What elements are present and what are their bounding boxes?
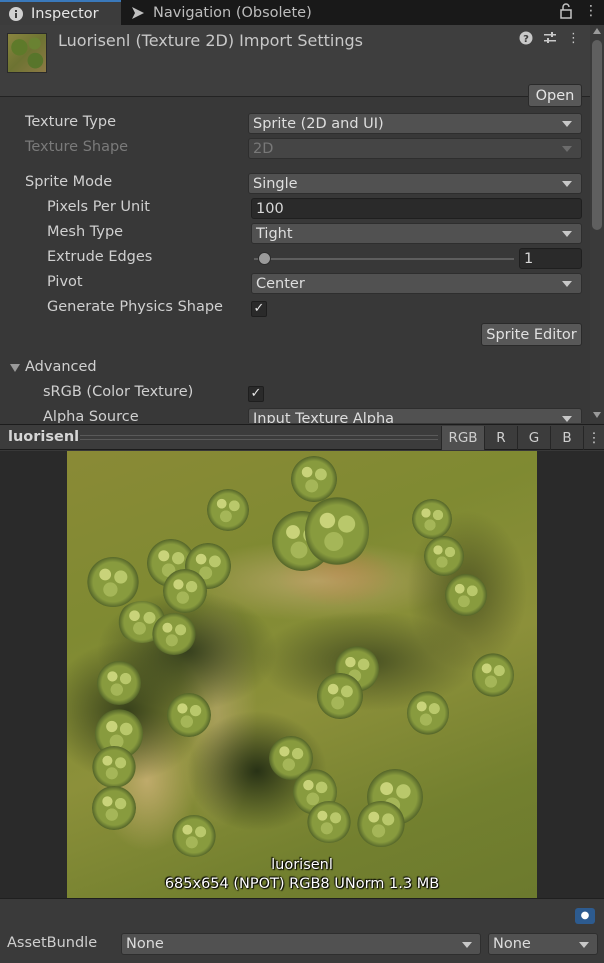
pivot-dropdown[interactable]: Center: [251, 273, 582, 294]
tree-cluster: [357, 801, 405, 847]
mesh-type-value: Tight: [256, 225, 293, 242]
sprite-mode-dropdown[interactable]: Single: [248, 173, 582, 194]
tree-cluster: [172, 815, 216, 857]
pixels-per-unit-label: Pixels Per Unit: [47, 199, 150, 215]
assetbundle-label: AssetBundle: [7, 935, 98, 951]
lock-icon[interactable]: [560, 3, 572, 19]
tab-navigation-label: Navigation (Obsolete): [153, 4, 312, 21]
extrude-edges-field[interactable]: 1: [519, 248, 582, 269]
tree-cluster: [407, 691, 449, 735]
assetbundle-value: None: [126, 936, 164, 952]
foldout-arrow-icon[interactable]: [10, 364, 20, 372]
tree-cluster: [152, 613, 196, 655]
texture-type-dropdown[interactable]: Sprite (2D and UI): [248, 113, 582, 134]
texture-shape-value: 2D: [253, 140, 274, 157]
tree-cluster: [207, 489, 249, 531]
preview-caption-info: 685x654 (NPOT) RGB8 UNorm 1.3 MB: [164, 876, 440, 892]
alpha-source-label: Alpha Source: [43, 409, 139, 423]
texture-type-value: Sprite (2D and UI): [253, 115, 384, 132]
extrude-edges-label: Extrude Edges: [47, 249, 153, 265]
pixels-per-unit-field[interactable]: 100: [251, 198, 582, 219]
pivot-value: Center: [256, 275, 305, 292]
mesh-type-label: Mesh Type: [47, 224, 124, 240]
tree-cluster: [305, 496, 369, 566]
generate-physics-shape-label: Generate Physics Shape: [47, 299, 223, 315]
navigation-icon: [132, 6, 144, 19]
texture-shape-dropdown: 2D: [248, 138, 582, 159]
header-icons: ? ⋮: [519, 31, 580, 46]
tree-cluster: [92, 746, 136, 788]
tree-cluster: [472, 653, 514, 697]
texture-thumbnail: [7, 33, 47, 73]
assetbundle-dropdown[interactable]: None: [121, 933, 481, 955]
srgb-label: sRGB (Color Texture): [43, 384, 194, 400]
mesh-type-dropdown[interactable]: Tight: [251, 223, 582, 244]
scroll-up-icon[interactable]: [593, 28, 601, 34]
chevron-down-icon: [562, 416, 572, 422]
alpha-source-value: Input Texture Alpha: [253, 410, 395, 424]
sprite-mode-label: Sprite Mode: [25, 174, 113, 190]
tree-cluster: [97, 661, 141, 705]
preview-resize-grip[interactable]: [80, 435, 438, 440]
scrollbar-thumb[interactable]: [592, 40, 602, 230]
help-icon[interactable]: ?: [519, 31, 533, 45]
tab-inspector[interactable]: Inspector: [0, 0, 121, 25]
chevron-down-icon: [562, 181, 572, 187]
preview-menu-icon[interactable]: ⋮: [583, 426, 604, 450]
texture-shape-label: Texture Shape: [25, 139, 129, 155]
pivot-label: Pivot: [47, 274, 83, 290]
tree-cluster: [87, 557, 139, 607]
tab-bar: Inspector Navigation (Obsolete) ⋮: [0, 0, 604, 25]
chevron-down-icon: [562, 231, 572, 237]
chevron-down-icon: [562, 281, 572, 287]
chevron-down-icon: [562, 121, 572, 127]
texture-preview-image: [67, 451, 537, 898]
tree-cluster: [92, 786, 136, 830]
tree-cluster: [424, 536, 464, 576]
tree-cluster: [317, 673, 363, 719]
tab-navigation[interactable]: Navigation (Obsolete): [124, 0, 354, 25]
import-settings-title: Luorisenl (Texture 2D) Import Settings: [58, 31, 363, 50]
inspector-header: Luorisenl (Texture 2D) Import Settings ?…: [0, 25, 604, 107]
alpha-source-dropdown[interactable]: Input Texture Alpha: [248, 408, 582, 423]
context-menu-icon[interactable]: ⋮: [567, 31, 580, 46]
tree-cluster: [445, 574, 487, 616]
preview-title: luorisenl: [8, 429, 80, 445]
chevron-down-icon: [579, 942, 589, 948]
assetbundle-variant-value: None: [493, 936, 531, 952]
tree-cluster: [167, 693, 211, 737]
info-icon: [9, 6, 23, 21]
preview-header: luorisenl RGB R G B ⋮: [0, 424, 604, 450]
chevron-down-icon: [462, 942, 472, 948]
channel-r-button[interactable]: R: [484, 426, 517, 450]
tab-inspector-label: Inspector: [31, 5, 99, 22]
preview-caption-name: luorisenl: [271, 857, 333, 873]
inspector-scrollbar[interactable]: [590, 25, 604, 423]
chevron-down-icon: [562, 146, 572, 152]
sprite-mode-value: Single: [253, 175, 298, 192]
tab-bar-controls: ⋮: [560, 3, 598, 19]
label-tag-icon[interactable]: ●: [575, 908, 595, 924]
sprite-editor-button[interactable]: Sprite Editor: [481, 323, 582, 346]
generate-physics-shape-checkbox[interactable]: ✓: [251, 301, 267, 317]
svg-text:?: ?: [523, 34, 529, 45]
scroll-down-icon[interactable]: [593, 412, 601, 418]
channel-b-button[interactable]: B: [550, 426, 583, 450]
tree-cluster: [412, 499, 452, 539]
channel-rgb-button[interactable]: RGB: [441, 426, 484, 450]
channel-g-button[interactable]: G: [517, 426, 550, 450]
extrude-edges-slider-thumb[interactable]: [258, 252, 272, 265]
tree-cluster: [291, 456, 337, 502]
import-settings-panel: Texture Type Sprite (2D and UI) Texture …: [0, 98, 590, 423]
advanced-foldout-label[interactable]: Advanced: [25, 359, 97, 375]
extrude-edges-slider-track[interactable]: [254, 258, 514, 260]
tree-cluster: [163, 569, 207, 613]
tree-cluster: [307, 801, 351, 843]
tab-menu-icon[interactable]: ⋮: [584, 3, 598, 19]
preset-icon[interactable]: [543, 31, 557, 45]
assetbundle-variant-dropdown[interactable]: None: [488, 933, 598, 955]
texture-type-label: Texture Type: [25, 114, 116, 130]
srgb-checkbox[interactable]: ✓: [248, 386, 264, 402]
